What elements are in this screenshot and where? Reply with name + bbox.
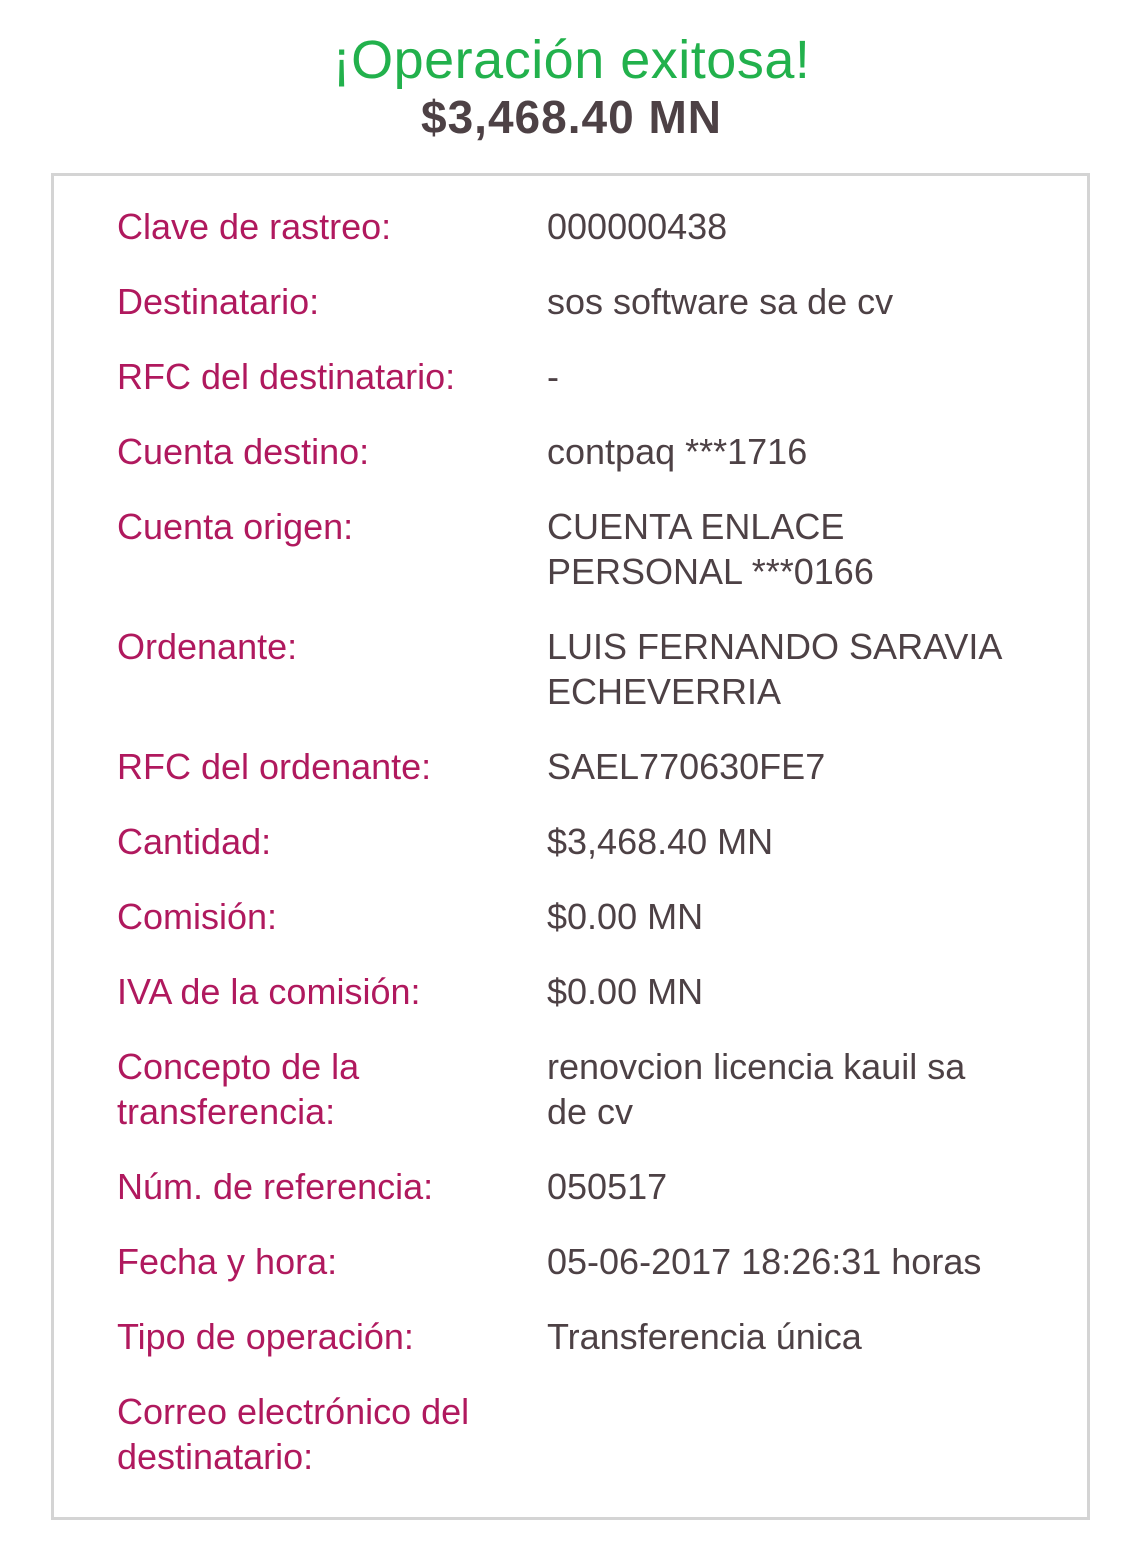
detail-value: - xyxy=(547,356,559,397)
detail-label: Fecha y hora: xyxy=(117,1241,338,1282)
detail-row-reference-number: Núm. de referencia: 050517 xyxy=(117,1164,1077,1209)
detail-row-sender-rfc: RFC del ordenante: SAEL770630FE7 xyxy=(117,744,1077,789)
detail-value: CUENTA ENLACE PERSONAL ***0166 xyxy=(547,506,874,592)
detail-value: Transferencia única xyxy=(547,1316,862,1357)
detail-value: 05-06-2017 18:26:31 horas xyxy=(547,1241,982,1282)
detail-row-date-time: Fecha y hora: 05-06-2017 18:26:31 horas xyxy=(117,1239,1077,1284)
detail-label: RFC del ordenante: xyxy=(117,746,432,787)
detail-value: SAEL770630FE7 xyxy=(547,746,826,787)
detail-value: contpaq ***1716 xyxy=(547,431,808,472)
detail-value: sos software sa de cv xyxy=(547,281,894,322)
detail-label: Comisión: xyxy=(117,896,278,937)
detail-row-tracking-key: Clave de rastreo: 000000438 xyxy=(117,204,1077,249)
detail-row-recipient-rfc: RFC del destinatario: - xyxy=(117,354,1077,399)
detail-row-quantity: Cantidad: $3,468.40 MN xyxy=(117,819,1077,864)
detail-value: $0.00 MN xyxy=(547,971,704,1012)
detail-label: Tipo de operación: xyxy=(117,1316,414,1357)
detail-label: Destinatario: xyxy=(117,281,320,322)
detail-label: Correo electrónico del destinatario: xyxy=(117,1391,470,1477)
detail-row-concept: Concepto de la transferencia: renovcion … xyxy=(117,1044,1077,1134)
success-title: ¡Operación exitosa! xyxy=(332,30,811,90)
detail-value: 000000438 xyxy=(547,206,728,247)
receipt-details-card: Clave de rastreo: 000000438 Destinatario… xyxy=(51,173,1090,1520)
detail-row-commission-tax: IVA de la comisión: $0.00 MN xyxy=(117,969,1077,1014)
detail-value: LUIS FERNANDO SARAVIA ECHEVERRIA xyxy=(547,626,1003,712)
detail-label: Clave de rastreo: xyxy=(117,206,392,247)
detail-label: Núm. de referencia: xyxy=(117,1166,434,1207)
detail-row-destination-account: Cuenta destino: contpaq ***1716 xyxy=(117,429,1077,474)
details-list: Clave de rastreo: 000000438 Destinatario… xyxy=(117,204,1077,1509)
transfer-amount: $3,468.40 MN xyxy=(421,91,722,143)
detail-label: Ordenante: xyxy=(117,626,298,667)
detail-label: Concepto de la transferencia: xyxy=(117,1046,360,1132)
detail-value: $3,468.40 MN xyxy=(547,821,774,862)
detail-label: IVA de la comisión: xyxy=(117,971,421,1012)
detail-value: 050517 xyxy=(547,1166,668,1207)
detail-row-operation-type: Tipo de operación: Transferencia única xyxy=(117,1314,1077,1359)
detail-value: renovcion licencia kauil sa de cv xyxy=(547,1046,966,1132)
detail-row-sender: Ordenante: LUIS FERNANDO SARAVIA ECHEVER… xyxy=(117,624,1077,714)
detail-row-recipient-email: Correo electrónico del destinatario: xyxy=(117,1389,1077,1479)
detail-label: Cuenta origen: xyxy=(117,506,354,547)
detail-row-recipient: Destinatario: sos software sa de cv xyxy=(117,279,1077,324)
detail-label: Cuenta destino: xyxy=(117,431,370,472)
detail-row-origin-account: Cuenta origen: CUENTA ENLACE PERSONAL **… xyxy=(117,504,1077,594)
detail-label: Cantidad: xyxy=(117,821,272,862)
detail-value: $0.00 MN xyxy=(547,896,704,937)
detail-label: RFC del destinatario: xyxy=(117,356,456,397)
detail-row-commission: Comisión: $0.00 MN xyxy=(117,894,1077,939)
